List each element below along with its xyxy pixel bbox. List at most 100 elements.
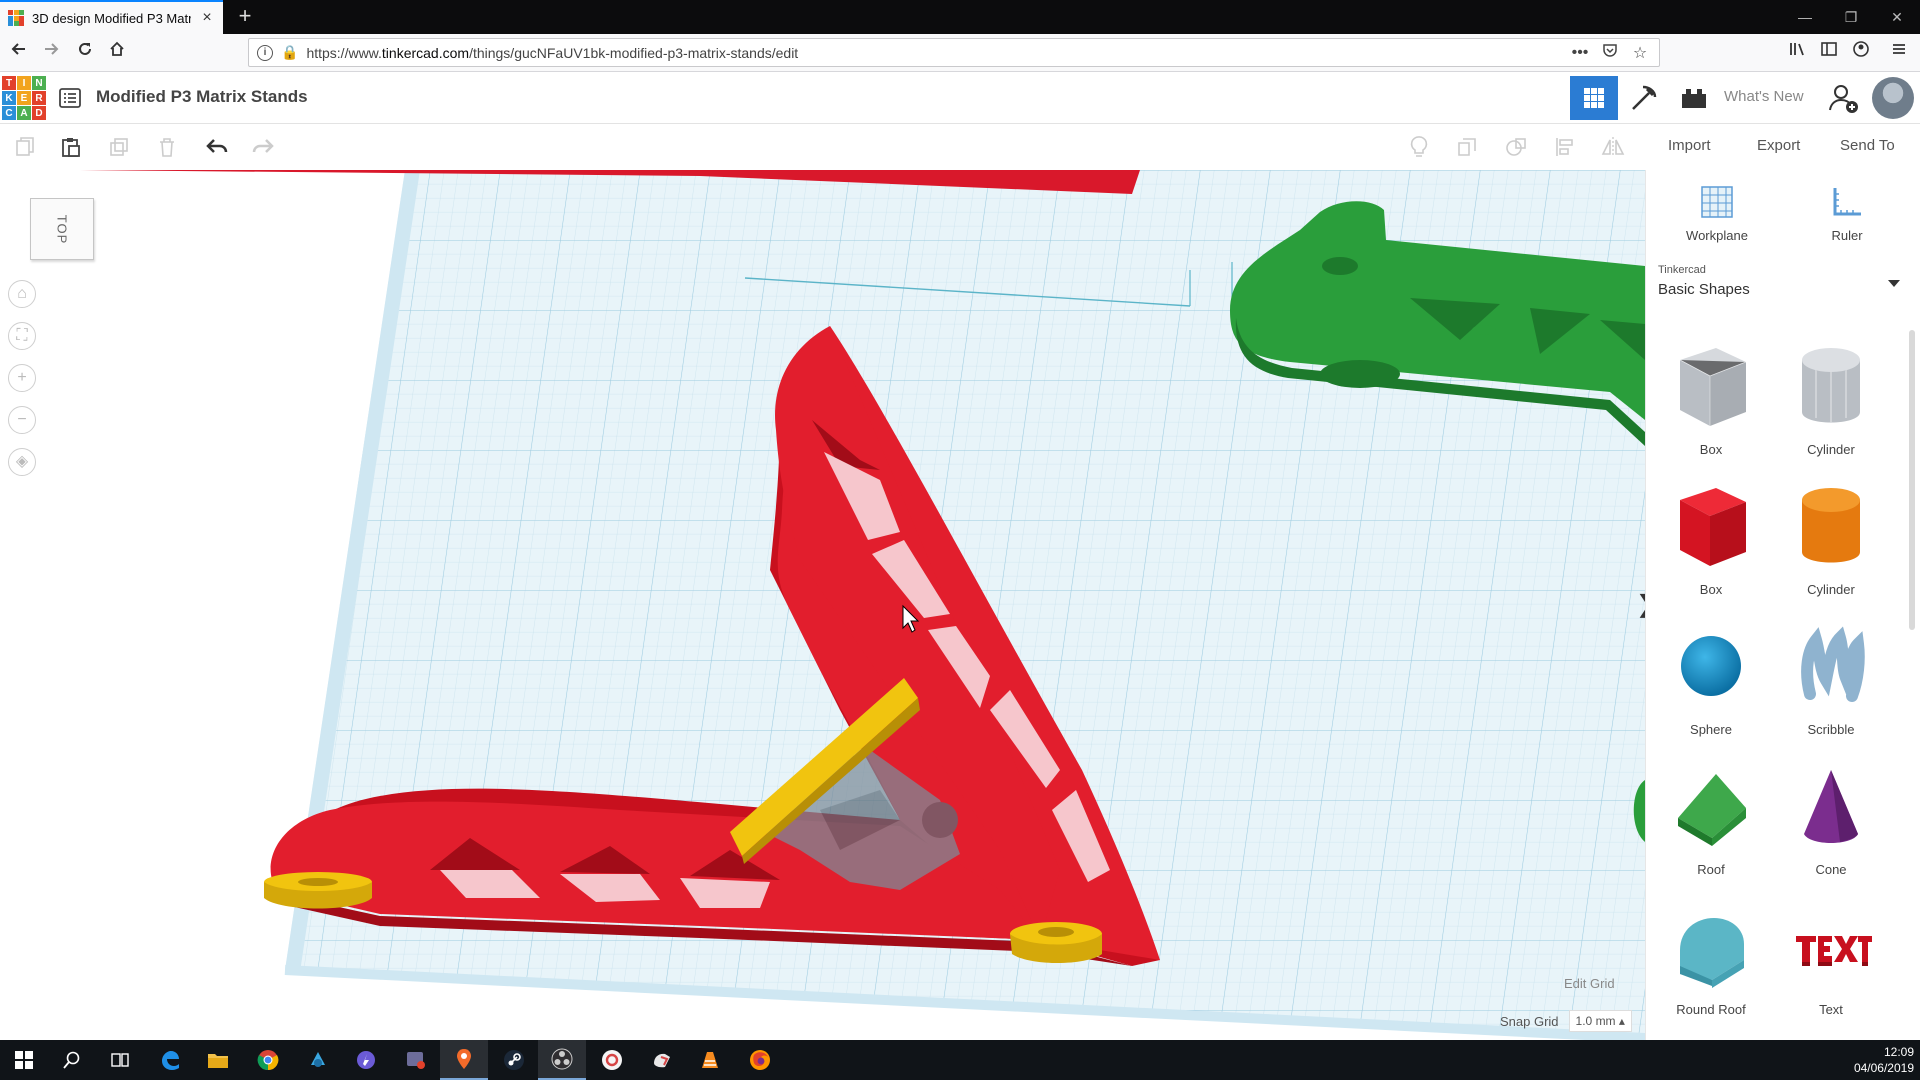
mirror-icon[interactable] — [1600, 134, 1626, 160]
hamburger-menu-icon[interactable] — [1886, 40, 1912, 66]
pocket-icon[interactable] — [1599, 42, 1621, 63]
blocks-pickaxe-icon[interactable] — [1620, 76, 1668, 120]
design-title[interactable]: Modified P3 Matrix Stands — [96, 87, 308, 107]
add-user-icon[interactable] — [1822, 76, 1866, 120]
back-icon[interactable] — [6, 40, 32, 66]
bookmark-star-icon[interactable]: ☆ — [1629, 43, 1651, 63]
app-icon-blue[interactable] — [294, 1040, 342, 1080]
app-icon-chat[interactable] — [392, 1040, 440, 1080]
app-icon-maps[interactable] — [440, 1040, 488, 1080]
home-view-icon[interactable]: ⌂ — [8, 280, 36, 308]
bricks-icon[interactable] — [1670, 76, 1718, 120]
shape-sphere[interactable]: Sphere — [1656, 620, 1766, 750]
steam-icon[interactable] — [490, 1040, 538, 1080]
view-cube[interactable]: TOP — [30, 198, 94, 260]
zoom-out-icon[interactable]: − — [8, 406, 36, 434]
home-icon[interactable] — [104, 40, 130, 66]
shape-box[interactable]: Box — [1656, 480, 1766, 610]
shape-box-hole[interactable]: Box — [1656, 340, 1766, 470]
minimize-button[interactable]: — — [1782, 0, 1828, 34]
send-to-button[interactable]: Send To — [1840, 137, 1895, 154]
shape-round-roof[interactable]: Round Roof — [1656, 900, 1766, 1030]
workplane-viewport[interactable]: TOP ⌂ ⛶ + − ◈ Edit Grid Snap Grid 1.0 mm… — [0, 170, 1645, 1040]
design-menu-icon[interactable] — [58, 86, 82, 110]
collapse-panel-icon[interactable]: ❯ — [1636, 590, 1645, 619]
restore-button[interactable]: ❐ — [1828, 0, 1874, 34]
shape-scribble[interactable]: Scribble — [1776, 620, 1886, 750]
new-tab-button[interactable]: + — [232, 4, 258, 30]
search-icon[interactable] — [48, 1040, 96, 1080]
undo-icon[interactable] — [204, 134, 230, 160]
shape-cone[interactable]: Cone — [1776, 760, 1886, 890]
shape-cylinder[interactable]: Cylinder — [1776, 480, 1886, 610]
edit-toolbar: Import Export Send To — [0, 124, 1920, 170]
shape-roof[interactable]: Roof — [1656, 760, 1766, 890]
yellow-foot-right[interactable] — [1010, 922, 1102, 963]
snap-grid-select[interactable]: 1.0 mm ▴ — [1568, 1010, 1632, 1032]
align-icon[interactable] — [1552, 134, 1578, 160]
app-icon-purple[interactable] — [342, 1040, 390, 1080]
whats-new-link[interactable]: What's New — [1724, 88, 1804, 105]
shape-library-select[interactable]: Tinkercad Basic Shapes — [1658, 264, 1908, 312]
firefox-icon[interactable] — [736, 1040, 784, 1080]
ungroup-icon[interactable] — [1503, 134, 1529, 160]
user-avatar[interactable] — [1872, 77, 1914, 119]
duplicate-icon[interactable] — [106, 134, 132, 160]
fit-view-icon[interactable]: ⛶ — [8, 322, 36, 350]
workplane-icon — [1672, 182, 1762, 222]
library-icon[interactable] — [1784, 40, 1810, 66]
vlc-icon[interactable] — [686, 1040, 734, 1080]
import-button[interactable]: Import — [1668, 137, 1711, 154]
logo-letter: T — [2, 76, 16, 90]
system-clock[interactable]: 12:09 04/06/2019 — [1848, 1044, 1914, 1076]
shape-text[interactable]: Text — [1776, 900, 1886, 1030]
panel-scrollbar[interactable] — [1909, 330, 1915, 630]
task-view-icon[interactable] — [96, 1040, 144, 1080]
shape-label: Cylinder — [1807, 442, 1855, 457]
address-bar[interactable]: i 🔒 https://www.tinkercad.com/things/guc… — [248, 38, 1660, 67]
redo-icon[interactable] — [250, 134, 276, 160]
shape-cylinder-hole[interactable]: Cylinder — [1776, 340, 1886, 470]
cone-icon — [1804, 770, 1858, 843]
url-text[interactable]: https://www.tinkercad.com/things/gucNFaU… — [306, 45, 1561, 61]
zoom-in-icon[interactable]: + — [8, 364, 36, 392]
reload-icon[interactable] — [72, 40, 98, 66]
account-icon[interactable] — [1848, 40, 1874, 66]
tab-close-icon[interactable]: × — [199, 9, 215, 27]
ruler-tool[interactable]: Ruler — [1802, 182, 1892, 243]
perspective-icon[interactable]: ◈ — [8, 448, 36, 476]
chevron-down-icon — [1888, 280, 1900, 287]
edit-grid-link[interactable]: Edit Grid — [1564, 976, 1615, 991]
app-icon-3d[interactable] — [638, 1040, 686, 1080]
app-icon-circle[interactable] — [588, 1040, 636, 1080]
browser-nav-bar: i 🔒 https://www.tinkercad.com/things/guc… — [0, 34, 1920, 72]
page-actions-icon[interactable]: ••• — [1569, 44, 1591, 62]
tinkercad-logo[interactable]: T I N K E R C A D — [2, 76, 46, 120]
start-icon[interactable] — [0, 1040, 48, 1080]
box-red-icon — [1680, 488, 1746, 566]
copy-icon[interactable] — [12, 134, 38, 160]
workplane-scene[interactable] — [0, 170, 1645, 1040]
export-button[interactable]: Export — [1757, 137, 1800, 154]
close-window-button[interactable]: ✕ — [1874, 0, 1920, 34]
logo-letter: C — [2, 106, 16, 120]
cylinder-hole-icon — [1802, 348, 1860, 423]
tinkercad-favicon — [8, 10, 24, 26]
group-icon[interactable] — [1454, 134, 1480, 160]
edge-browser-icon[interactable] — [146, 1040, 194, 1080]
paste-icon[interactable] — [58, 134, 84, 160]
3d-view-button[interactable] — [1570, 76, 1618, 120]
light-bulb-icon[interactable] — [1406, 134, 1432, 160]
obs-icon[interactable] — [538, 1040, 586, 1080]
forward-icon[interactable] — [38, 40, 64, 66]
logo-letter: K — [2, 91, 16, 105]
browser-tab-active[interactable]: 3D design Modified P3 Matrix × — [0, 0, 223, 34]
sidebar-icon[interactable] — [1816, 40, 1842, 66]
library-vendor: Tinkercad — [1658, 264, 1706, 276]
file-explorer-icon[interactable] — [194, 1040, 242, 1080]
delete-icon[interactable] — [154, 134, 180, 160]
site-info-icon[interactable]: i — [257, 44, 273, 61]
yellow-foot-left[interactable] — [264, 872, 372, 909]
chrome-icon[interactable] — [244, 1040, 292, 1080]
workplane-tool[interactable]: Workplane — [1672, 182, 1762, 243]
